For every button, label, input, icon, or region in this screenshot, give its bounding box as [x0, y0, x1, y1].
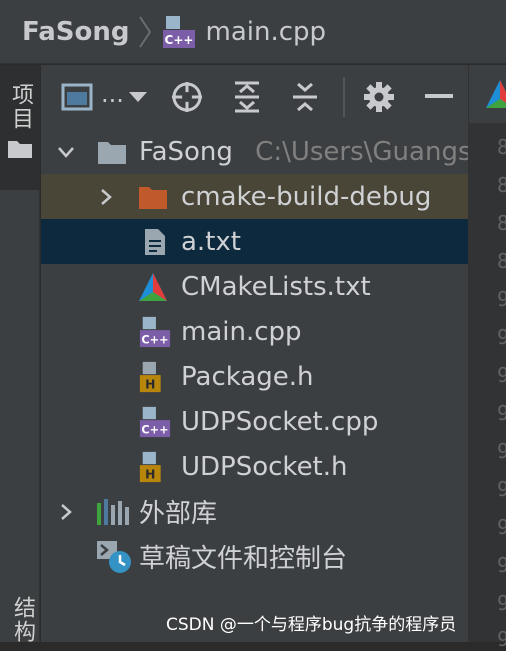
header-file-icon: H: [139, 361, 161, 392]
svg-text:C++: C++: [164, 33, 193, 47]
text-file-icon: [145, 228, 165, 255]
tree-item-scratches[interactable]: 草稿文件和控制台: [41, 534, 468, 579]
line-number: 9: [497, 287, 506, 311]
line-number: 9: [497, 439, 506, 463]
line-number: 9: [497, 325, 506, 349]
project-tree: FaSong C:\Users\Guangs cmake-build-debug…: [41, 129, 472, 579]
cpp-file-icon: C++: [139, 406, 171, 437]
root-folder-path: C:\Users\Guangs: [255, 136, 472, 167]
line-number: 9: [497, 515, 506, 539]
library-icon: [97, 498, 129, 525]
breadcrumb-project[interactable]: FaSong: [22, 17, 130, 47]
tree-item-label: 外部库: [139, 499, 218, 529]
tree-item-label: a.txt: [181, 226, 241, 257]
tree-item-label: main.cpp: [181, 316, 302, 347]
chevron-down-icon: [58, 146, 74, 158]
tree-item-label: UDPSocket.h: [181, 451, 348, 482]
gear-icon: [364, 82, 394, 112]
editor-area: 8 8 8 8 9 9 9 9 9 9 9 9 9 9: [468, 65, 506, 651]
tree-root-fasong[interactable]: FaSong C:\Users\Guangs: [41, 129, 472, 174]
line-number: 9: [497, 627, 506, 651]
line-number: 8: [497, 135, 506, 159]
line-number: 9: [497, 363, 506, 387]
chevron-right-icon: [138, 15, 151, 48]
folder-icon: [8, 141, 32, 158]
minimize-icon: [425, 94, 453, 98]
svg-text:C++: C++: [141, 332, 168, 346]
line-number: 8: [497, 173, 506, 197]
tree-item-cmake-build-debug[interactable]: cmake-build-debug: [41, 174, 468, 219]
locate-icon: [172, 82, 202, 112]
tree-item-main-cpp[interactable]: C++ main.cpp: [41, 309, 468, 354]
tree-item-a-txt[interactable]: a.txt: [41, 219, 468, 264]
line-number: 8: [497, 249, 506, 273]
project-panel: ... FaSong C:\Users\Guangs cmake-build-d…: [41, 65, 472, 642]
svg-text:H: H: [145, 467, 155, 481]
tree-item-label: cmake-build-debug: [181, 181, 432, 212]
cpp-file-icon: C++: [139, 316, 171, 347]
tree-item-label: UDPSocket.cpp: [181, 406, 379, 437]
expand-all-button[interactable]: [227, 79, 267, 115]
watermark: CSDN @一个与程序bug抗争的程序员: [166, 615, 457, 635]
collapse-all-icon: [293, 82, 317, 112]
scratches-console-icon: [97, 540, 131, 573]
project-toolbar: ...: [41, 65, 468, 129]
cpp-file-icon: C++: [162, 15, 195, 48]
tree-item-udpsocket-cpp[interactable]: C++ UDPSocket.cpp: [41, 399, 468, 444]
line-number-gutter: 8 8 8 8 9 9 9 9 9 9 9 9 9 9: [469, 123, 506, 651]
chevron-right-icon: [101, 188, 112, 205]
cmake-icon: [139, 272, 167, 301]
view-selector[interactable]: ...: [61, 79, 151, 115]
structure-tab-label: 结构: [10, 596, 35, 644]
tree-item-package-h[interactable]: H Package.h: [41, 354, 468, 399]
expand-all-icon: [235, 81, 259, 113]
editor-tab[interactable]: [469, 65, 506, 123]
tree-item-external-libraries[interactable]: 外部库: [41, 489, 468, 534]
svg-text:C++: C++: [141, 422, 168, 436]
minimize-button[interactable]: [419, 79, 459, 115]
breadcrumb-file[interactable]: main.cpp: [206, 17, 327, 47]
folder-orange-icon: [139, 186, 167, 209]
cmake-icon: [486, 80, 506, 108]
breadcrumb-bar: FaSong C++ main.cpp: [0, 0, 506, 64]
tree-item-label: 草稿文件和控制台: [139, 544, 348, 574]
line-number: 9: [497, 553, 506, 577]
tool-window-stripe: 项目 结构: [0, 65, 40, 644]
panel-view-icon: [61, 83, 93, 111]
view-selector-label: ...: [101, 80, 124, 108]
tree-item-cmakelists[interactable]: CMakeLists.txt: [41, 264, 468, 309]
chevron-right-icon: [61, 503, 72, 520]
line-number: 9: [497, 401, 506, 425]
line-number: 9: [497, 591, 506, 615]
tree-item-udpsocket-h[interactable]: H UDPSocket.h: [41, 444, 468, 489]
svg-text:H: H: [145, 377, 155, 391]
collapse-all-button[interactable]: [285, 79, 325, 115]
line-number: 8: [497, 211, 506, 235]
line-number: 9: [497, 477, 506, 501]
tree-item-label: Package.h: [181, 361, 314, 392]
dropdown-arrow-icon: [128, 92, 147, 102]
settings-button[interactable]: [359, 79, 399, 115]
locate-file-button[interactable]: [167, 79, 207, 115]
toolbar-divider: [343, 77, 345, 117]
tree-item-label: CMakeLists.txt: [181, 271, 371, 302]
header-file-icon: H: [139, 451, 161, 482]
folder-icon: [98, 141, 126, 164]
root-folder-name: FaSong: [139, 136, 233, 167]
project-tool-tab[interactable]: 项目: [0, 65, 40, 190]
project-tab-label: 项目: [8, 83, 33, 131]
